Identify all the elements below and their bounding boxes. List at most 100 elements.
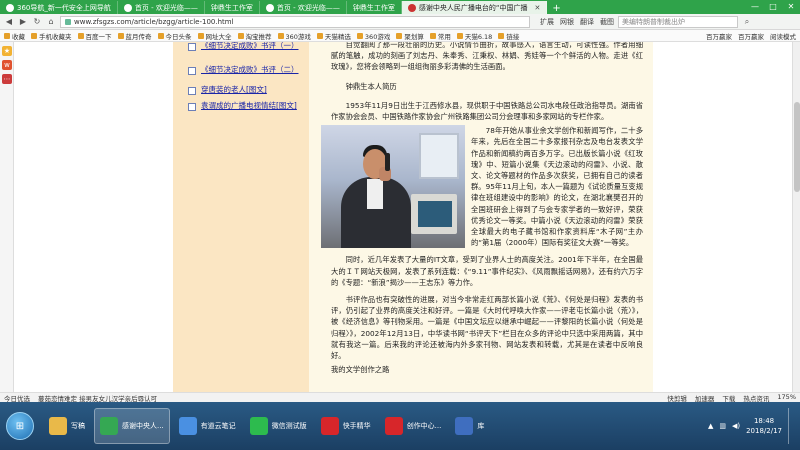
sidebar-link-item[interactable]: 袁谓成的广播电视情结[图文]	[188, 100, 305, 112]
taskbar-item[interactable]: 快手精华	[316, 408, 376, 444]
taskbar-item[interactable]: 有道云笔记	[174, 408, 241, 444]
refresh-icon[interactable]: ↻	[32, 17, 42, 27]
bookmark-item[interactable]: 常用	[429, 31, 451, 41]
taskbar-item[interactable]: 创作中心...	[380, 408, 447, 444]
bookmark-item[interactable]: 360游戏	[277, 31, 311, 41]
url-text: www.zfsgzs.com/article/bzgg/article-100.…	[74, 17, 234, 26]
bookmark-item[interactable]: 淘宝推荐	[237, 31, 272, 41]
back-arrow-icon[interactable]: ◀	[4, 17, 14, 27]
forward-arrow-icon[interactable]: ▶	[18, 17, 28, 27]
bookmark-icon	[77, 32, 84, 39]
bookmark-icon	[157, 32, 164, 39]
today-picks-link[interactable]: 今日优选	[4, 393, 30, 403]
quick-edit-button[interactable]: 快剪辑	[667, 393, 687, 403]
article-paragraph: 书评作品也有突破性的进展，对当今非常走红两部长篇小说《荒》、《何处是归程》发表的…	[331, 295, 643, 361]
close-window-button[interactable]: ✕	[782, 0, 800, 14]
bookmark-item[interactable]: 百万赢家	[706, 31, 732, 41]
hot-news-button[interactable]: 热点资讯	[743, 393, 769, 403]
tab-home-1[interactable]: 首页 - 欢迎光临——	[118, 1, 205, 14]
tab-favicon-icon	[265, 3, 274, 12]
bookmark-item[interactable]: 今日头条	[157, 31, 192, 41]
star-icon	[4, 32, 10, 39]
new-tab-button[interactable]: +	[547, 3, 565, 14]
start-button[interactable]: ⊞	[6, 412, 34, 440]
network-icon[interactable]: ▥	[719, 422, 726, 430]
bookmark-icon	[277, 32, 284, 39]
tab-favicon-icon	[6, 3, 14, 12]
bank-button[interactable]: 网银	[560, 17, 574, 27]
sidebar-link-item[interactable]: 《细节决定成败》书评（一）	[188, 42, 305, 52]
bookmark-item[interactable]: 360游戏	[356, 31, 390, 41]
taskbar-item[interactable]: 感谢中央人...	[94, 408, 170, 444]
tab-title: 首页 - 欢迎光临——	[276, 3, 340, 12]
volume-icon[interactable]: ◀)	[732, 422, 740, 430]
article-intro: 自觉翻阅了那一段壮丽的历史。小说情节曲折，故事感人，语言生动，可读性强。作者用细…	[331, 42, 643, 72]
folder-icon	[49, 417, 67, 435]
bookmark-item[interactable]: 天猫6.18	[456, 31, 492, 41]
bookmark-item[interactable]: 蓝月传奇	[117, 31, 152, 41]
bookmarks-bar: 收藏 手机收藏夹 百度一下 蓝月传奇 今日头条 网址大全 淘宝推荐 360游戏 …	[0, 30, 800, 42]
folder-icon	[498, 32, 505, 39]
tab-360-nav[interactable]: 360导航_新一代安全上网导航	[0, 1, 118, 14]
clock-date: 2018/2/17	[746, 427, 782, 435]
sidebar-link[interactable]: 穿唐装的老人[图文]	[201, 85, 267, 94]
taskbar-item[interactable]: 写稿	[44, 408, 90, 444]
tab-title: 钟鼎生工作室	[210, 3, 253, 12]
more-dots-icon[interactable]: ⋯	[2, 74, 12, 84]
minimize-button[interactable]: —	[746, 0, 764, 14]
status-right: 快剪辑 加速器 下载 热点资讯 175%	[667, 393, 796, 403]
bookmark-item[interactable]: 链接	[498, 31, 519, 41]
tab-close-icon[interactable]: ✕	[534, 4, 540, 12]
tab-bar: 360导航_新一代安全上网导航 首页 - 欢迎光临—— 钟鼎生工作室 首页 - …	[0, 0, 800, 14]
tab-studio-2[interactable]: 钟鼎生工作室	[347, 1, 402, 14]
author-photo	[321, 125, 465, 249]
scrollbar-thumb[interactable]	[794, 102, 800, 192]
reading-mode-button[interactable]: 阅读模式	[770, 31, 796, 41]
bookmark-item[interactable]: 手机收藏夹	[31, 31, 72, 41]
screenshot-button[interactable]: 截图	[600, 17, 614, 27]
windows-logo-icon: ⊞	[15, 420, 25, 432]
article-sidebar: 《细节决定成败》书评（一） 《细节决定成败》书评（二） 穿唐装的老人[图文] 袁…	[173, 42, 309, 392]
home-icon[interactable]: ⌂	[46, 17, 56, 27]
clock[interactable]: 18:48 2018/2/17	[746, 416, 782, 436]
article-paragraph: 我的文学创作之路	[331, 365, 390, 375]
sidebar-link-item[interactable]: 穿唐装的老人[图文]	[188, 84, 305, 96]
search-input[interactable]: 美编特朗普制裁出炉	[618, 15, 738, 28]
bookmark-item[interactable]: 网址大全	[197, 31, 232, 41]
url-input[interactable]: www.zfsgzs.com/article/bzgg/article-100.…	[60, 15, 530, 28]
youdao-note-icon	[178, 417, 197, 435]
sidebar-link[interactable]: 袁谓成的广播电视情结[图文]	[201, 101, 297, 110]
weibo-icon[interactable]: w	[2, 60, 12, 70]
window-controls: — □ ✕	[746, 0, 800, 14]
favorites-star-icon[interactable]: ★	[2, 46, 12, 56]
tab-active-article[interactable]: 感谢中央人民广播电台的“中国广播 ✕	[401, 1, 548, 14]
tab-studio-1[interactable]: 钟鼎生工作室	[205, 1, 260, 14]
show-desktop-button[interactable]	[788, 408, 794, 444]
bookmark-item[interactable]: 天猫精选	[316, 31, 351, 41]
taskbar: ⊞ 写稿 感谢中央人... 有道云笔记 微信测试版 快手精华 创作中心... 库…	[0, 402, 800, 450]
article-paragraph: 1953年11月9日出生于江西修水县，现供职于中国铁路总公司水电段任政治指导员。…	[331, 100, 643, 122]
download-button[interactable]: 下载	[722, 393, 735, 403]
browser-360-icon	[100, 417, 118, 435]
bookmark-item[interactable]: 收藏	[4, 31, 25, 41]
accelerator-button[interactable]: 加速器	[695, 393, 715, 403]
translate-button[interactable]: 翻译	[580, 17, 594, 27]
sidebar-link[interactable]: 《细节决定成败》书评（二）	[201, 65, 299, 74]
zoom-level[interactable]: 175%	[777, 393, 796, 402]
tray-arrow-icon[interactable]: ▲	[708, 422, 713, 430]
tab-home-2[interactable]: 首页 - 欢迎光临——	[260, 1, 347, 14]
news-ticker[interactable]: 蔓茹恋情难定 接男友女儿汉学亲后辱认可	[38, 393, 157, 403]
sidebar-link-item[interactable]: 《细节决定成败》书评（二）	[188, 64, 305, 76]
extensions-button[interactable]: 扩展	[540, 17, 554, 27]
bookmark-item[interactable]: 聚划算	[396, 31, 424, 41]
bookmark-item[interactable]: 百万赢家	[738, 31, 764, 41]
bookmark-item[interactable]: 百度一下	[77, 31, 112, 41]
sidebar-link[interactable]: 《细节决定成败》书评（一）	[201, 42, 299, 50]
search-icon[interactable]: ⌕	[742, 17, 752, 27]
page-scrollbar[interactable]	[792, 42, 800, 392]
library-icon	[455, 417, 474, 435]
taskbar-item[interactable]: 微信测试版	[245, 408, 312, 444]
maximize-button[interactable]: □	[764, 0, 782, 14]
taskbar-item[interactable]: 库	[450, 408, 489, 444]
bookmark-icon	[456, 32, 463, 39]
